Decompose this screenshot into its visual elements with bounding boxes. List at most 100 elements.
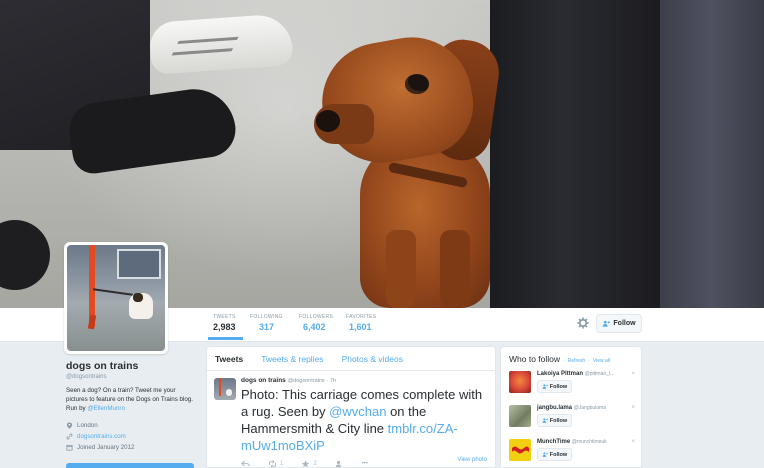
tweet-avatar[interactable] [214, 378, 236, 400]
suggestion-follow-button[interactable]: Follow [537, 414, 572, 427]
tweet-text: Photo: This carriage comes complete with… [241, 386, 491, 454]
retweet-icon [269, 460, 276, 467]
stat-label: FOLLOWERS [299, 314, 334, 320]
website-link[interactable]: dogsontrains.com [77, 433, 126, 440]
suggestion-name-row: MunchTime @munchtimeuk [531, 436, 641, 445]
dachshund-leg [386, 230, 416, 308]
who-to-follow-header: Who to follow · Refresh · View all [509, 354, 611, 364]
star-icon [302, 460, 310, 467]
suggestion-follow-button[interactable]: Follow [537, 448, 572, 461]
train-pole [87, 314, 97, 330]
view-all-link[interactable]: View all [593, 358, 610, 364]
view-photo-link[interactable]: View photo [457, 457, 487, 463]
passenger-trousers [660, 0, 764, 308]
suggestion-item: jangbu.lama @Jangbulama × Follow [501, 402, 641, 436]
dachshund-nose [316, 110, 340, 132]
tweet-time[interactable]: 7h [330, 378, 336, 384]
tab-tweets-replies[interactable]: Tweets & replies [261, 354, 323, 364]
stat-value: 2,983 [213, 322, 236, 332]
timeline-tabs: Tweets Tweets & replies Photos & videos [207, 347, 495, 371]
more-options[interactable]: ••• [362, 461, 368, 467]
favorite-count: 2 [313, 461, 317, 467]
suggestion-handle: @pittman_l... [584, 371, 615, 377]
follow-person-icon [542, 452, 548, 457]
bio-mention-link[interactable]: @EllenMunro [87, 405, 125, 412]
calendar-icon [66, 444, 73, 451]
stat-value: 6,402 [303, 322, 326, 332]
refresh-link[interactable]: Refresh [568, 358, 586, 364]
tab-photos-videos[interactable]: Photos & videos [342, 354, 403, 364]
suggestion-follow-label: Follow [549, 383, 568, 390]
suggestion-follow-label: Follow [549, 417, 568, 424]
tweet-handle: @dogsontrains [287, 378, 325, 384]
dachshund-leg [440, 230, 470, 308]
follow-person-icon [603, 320, 611, 327]
joined-text: Joined January 2012 [77, 444, 135, 451]
white-shoe [148, 13, 294, 75]
bio-text: Seen a dog? On a train? Tweet me your pi… [66, 387, 193, 412]
avatar-photo [67, 245, 165, 351]
suggestion-item: Lakoiya Pittman @pittman_l... × Follow [501, 368, 641, 402]
website-row: dogsontrains.com [66, 433, 206, 440]
stat-value: 317 [259, 322, 275, 332]
train-window [117, 249, 161, 279]
suggestion-handle: @munchtimeuk [571, 439, 607, 445]
active-stat-underline [208, 337, 243, 340]
timeline: Tweets Tweets & replies Photos & videos … [206, 346, 496, 468]
who-to-follow-title: Who to follow [509, 354, 561, 364]
follow-button-label: Follow [613, 320, 636, 327]
tweet-mention-link[interactable]: @wvchan [329, 404, 386, 419]
stat-following[interactable]: FOLLOWING 317 [250, 314, 283, 332]
favorite-group[interactable]: 2 [301, 460, 317, 467]
suggestion-avatar[interactable] [509, 405, 531, 427]
stat-tweets[interactable]: TWEETS 2,983 [213, 314, 236, 332]
suggestion-name[interactable]: jangbu.lama [537, 405, 572, 411]
stat-label: FAVORITES [346, 314, 377, 320]
stat-favorites[interactable]: FAVORITES 1,601 [346, 314, 376, 332]
suggestion-name-row: jangbu.lama @Jangbulama [531, 402, 641, 411]
tweet-header: dogs on trains @dogsontrains · 7h [241, 377, 336, 384]
tweet[interactable]: dogs on trains @dogsontrains · 7h Photo:… [207, 371, 495, 468]
location-text: London [77, 422, 98, 429]
munchtime-logo-icon [512, 446, 529, 454]
tab-tweets[interactable]: Tweets [215, 354, 243, 364]
profile-name[interactable]: dogs on trains [66, 360, 206, 372]
suggestion-follow-button[interactable]: Follow [537, 380, 572, 393]
location-pin-icon [66, 422, 73, 429]
dog-leash [93, 288, 133, 296]
gear-icon[interactable] [577, 317, 589, 329]
suggestion-name[interactable]: Lakoiya Pittman [537, 371, 583, 377]
suggestion-name-row: Lakoiya Pittman @pittman_l... [531, 368, 641, 377]
add-to-list-icon[interactable] [335, 460, 344, 468]
tweet-actions: 1 2 ••• [241, 460, 487, 468]
follow-person-icon [542, 384, 548, 389]
stat-value: 1,601 [349, 322, 372, 332]
dismiss-icon[interactable]: × [631, 371, 635, 377]
reply-icon[interactable] [241, 460, 250, 468]
dismiss-icon[interactable]: × [631, 439, 635, 445]
stat-followers[interactable]: FOLLOWERS 6,402 [299, 314, 333, 332]
follow-button[interactable]: Follow [596, 314, 642, 333]
passenger-coat [490, 0, 670, 308]
location-row: London [66, 422, 206, 429]
profile-avatar[interactable] [64, 242, 168, 354]
profile-bio: Seen a dog? On a train? Tweet me your pi… [66, 386, 198, 413]
suggestion-avatar[interactable] [509, 371, 531, 393]
tweet-to-button[interactable] [66, 463, 194, 468]
who-to-follow: Who to follow · Refresh · View all Lakoi… [500, 346, 642, 468]
profile-card: dogs on trains @dogsontrains Seen a dog?… [66, 360, 206, 451]
tweet-author[interactable]: dogs on trains [241, 377, 286, 384]
terrier-dog [129, 293, 153, 319]
retweet-group[interactable]: 1 [268, 460, 284, 467]
suggestion-avatar[interactable] [509, 439, 531, 461]
suggestion-name[interactable]: MunchTime [537, 439, 570, 445]
dachshund-eye [405, 74, 429, 94]
stat-label: FOLLOWING [250, 314, 283, 320]
follow-person-icon [542, 418, 548, 423]
profile-handle[interactable]: @dogsontrains [66, 374, 206, 380]
retweet-count: 1 [280, 461, 284, 467]
link-icon [66, 433, 73, 440]
dismiss-icon[interactable]: × [631, 405, 635, 411]
suggestion-handle: @Jangbulama [573, 405, 607, 411]
suggestion-item: MunchTime @munchtimeuk × Follow [501, 436, 641, 467]
